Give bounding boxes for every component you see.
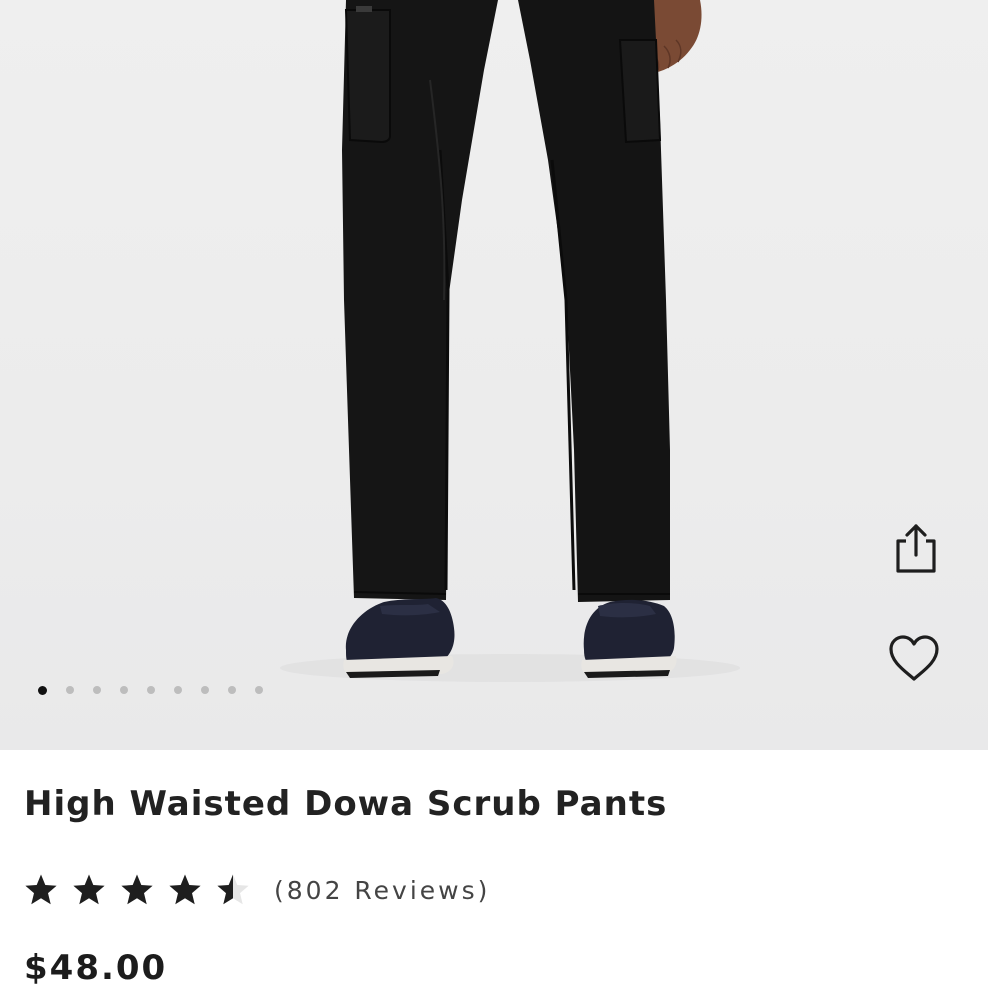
hero-edge <box>988 0 1000 750</box>
pagination-dot[interactable] <box>228 686 236 694</box>
pagination-dot[interactable] <box>255 686 263 694</box>
product-title: High Waisted Dowa Scrub Pants <box>24 784 668 824</box>
share-button[interactable] <box>884 518 944 578</box>
star-full-icon <box>121 874 153 905</box>
star-rating <box>24 873 250 907</box>
product-page: High Waisted Dowa Scrub Pants (802 Revie… <box>0 0 1000 1000</box>
gallery-pagination <box>38 684 282 696</box>
product-rating[interactable]: (802 Reviews) <box>24 868 490 912</box>
favorite-button[interactable] <box>884 628 944 688</box>
pagination-dot[interactable] <box>66 686 74 694</box>
star-full-icon <box>25 874 57 905</box>
heart-outline-icon <box>889 635 939 681</box>
pagination-dot[interactable] <box>174 686 182 694</box>
pagination-dot[interactable] <box>93 686 101 694</box>
pagination-dot[interactable] <box>120 686 128 694</box>
product-image-gallery[interactable] <box>0 0 988 750</box>
pagination-dot[interactable] <box>201 686 209 694</box>
product-price: $48.00 <box>24 948 168 988</box>
star-full-icon <box>73 874 105 905</box>
star-half-icon <box>217 874 249 905</box>
share-icon <box>896 524 936 573</box>
star-full-icon <box>169 874 201 905</box>
pagination-dot[interactable] <box>38 685 47 695</box>
pagination-dot[interactable] <box>147 686 155 694</box>
product-photo <box>280 0 740 682</box>
reviews-link[interactable]: (802 Reviews) <box>274 876 490 905</box>
